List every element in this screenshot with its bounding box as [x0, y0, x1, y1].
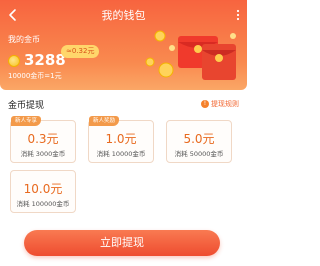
withdraw-rules-label: 提现规则 [211, 100, 239, 108]
option-amount: 1.0元 [105, 132, 137, 146]
withdraw-section-title: 金币提现 [8, 101, 45, 111]
withdraw-now-button[interactable]: 立即提现 [24, 230, 220, 256]
info-icon: ! [201, 100, 209, 108]
option-cost: 消耗 50000金币 [174, 150, 224, 158]
option-amount: 0.3元 [27, 132, 59, 146]
approx-value-badge: ≈0.32元 [61, 45, 100, 58]
withdraw-option-card[interactable]: 5.0元 消耗 50000金币 [166, 120, 232, 163]
option-amount: 10.0元 [23, 182, 63, 196]
option-cost: 消耗 10000金币 [96, 150, 146, 158]
option-cost: 消耗 100000金币 [16, 200, 70, 208]
option-tag: 新人奖励 [89, 116, 120, 126]
exchange-rate: 10000金币=1元 [8, 72, 62, 80]
red-envelope-coins-illustration [145, 30, 236, 80]
balance-label: 我的金币 [8, 35, 40, 44]
option-amount: 5.0元 [183, 132, 215, 146]
coin-icon [8, 55, 20, 67]
option-tag: 新人专享 [11, 116, 42, 126]
wallet-header: 我的钱包 我的金币 3288 ≈0.32元 10000金币=1元 [0, 0, 247, 90]
withdraw-option-card[interactable]: 10.0元 消耗 100000金币 [10, 170, 76, 213]
option-cost: 消耗 3000金币 [20, 150, 66, 158]
more-options-icon[interactable] [235, 8, 241, 22]
withdraw-option-card[interactable]: 新人奖励 1.0元 消耗 10000金币 [88, 116, 154, 163]
coin-balance: 3288 [24, 51, 66, 69]
withdraw-rules-link[interactable]: ! 提现规则 [201, 99, 239, 109]
withdraw-option-card[interactable]: 新人专享 0.3元 消耗 3000金币 [10, 116, 76, 163]
page-title: 我的钱包 [101, 9, 146, 22]
